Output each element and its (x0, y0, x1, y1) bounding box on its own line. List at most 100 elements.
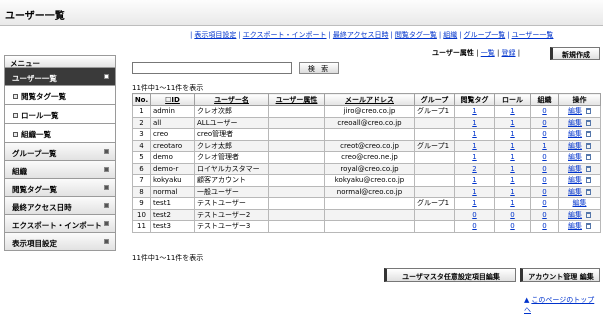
row-view-tag-count-text[interactable]: 1 (472, 176, 476, 184)
cell-row-view-tag-count[interactable]: 0 (454, 220, 495, 233)
trash-icon[interactable] (586, 211, 591, 218)
cell-row-org-count[interactable]: 0 (530, 208, 559, 221)
edit-link[interactable]: 編集 (573, 199, 587, 207)
cell-row-view-tag-count[interactable]: 1 (454, 151, 495, 164)
top-link-0[interactable]: 表示項目設定 (194, 31, 236, 39)
row-view-tag-count-text[interactable]: 1 (472, 142, 476, 150)
cell-row-role-count[interactable]: 0 (494, 220, 531, 233)
row-org-count-text[interactable]: 0 (542, 188, 546, 196)
cell-row-role-count[interactable]: 1 (494, 105, 531, 118)
back-to-top-link[interactable]: ▲ このページのトップへ (524, 295, 600, 315)
search-input[interactable] (132, 62, 292, 74)
trash-icon[interactable] (586, 188, 591, 195)
trash-icon[interactable] (586, 119, 591, 126)
edit-link[interactable]: 編集 (568, 107, 582, 115)
top-link-4[interactable]: 組織 (443, 31, 457, 39)
sidebar-item-0[interactable]: ユーザー一覧 (4, 68, 116, 86)
row-org-count-text[interactable]: 1 (542, 142, 546, 150)
row-org-count-text[interactable]: 0 (542, 119, 546, 127)
row-view-tag-count-text[interactable]: 1 (472, 153, 476, 161)
col-email[interactable]: メールアドレス (324, 93, 415, 106)
sidebar-item-5[interactable]: 組織 (4, 161, 116, 179)
cell-row-role-count[interactable]: 1 (494, 151, 531, 164)
row-role-count-text[interactable]: 1 (510, 188, 514, 196)
cell-row-role-count[interactable]: 1 (494, 162, 531, 175)
row-view-tag-count-text[interactable]: 1 (472, 188, 476, 196)
cell-row-org-count[interactable]: 0 (530, 128, 559, 141)
cell-row-role-count[interactable]: 1 (494, 116, 531, 129)
row-role-count-text[interactable]: 1 (510, 176, 514, 184)
cell-row-org-count[interactable]: 0 (530, 185, 559, 198)
row-view-tag-count-text[interactable]: 1 (472, 199, 476, 207)
row-org-count-text[interactable]: 0 (542, 211, 546, 219)
edit-link[interactable]: 編集 (568, 142, 582, 150)
cell-row-view-tag-count[interactable]: 2 (454, 162, 495, 175)
cell-row-view-tag-count[interactable]: 0 (454, 208, 495, 221)
cell-row-role-count[interactable]: 1 (494, 197, 531, 210)
row-role-count-text[interactable]: 1 (510, 199, 514, 207)
row-view-tag-count-text[interactable]: 0 (472, 222, 476, 230)
cell-row-view-tag-count[interactable]: 1 (454, 197, 495, 210)
top-link-5[interactable]: グループ一覧 (464, 31, 506, 39)
col-user-name[interactable]: ユーザー名 (194, 93, 269, 106)
trash-icon[interactable] (586, 154, 591, 161)
cell-row-view-tag-count[interactable]: 1 (454, 116, 495, 129)
row-view-tag-count-text[interactable]: 1 (472, 107, 476, 115)
edit-link[interactable]: 編集 (568, 188, 582, 196)
cell-row-org-count[interactable]: 0 (530, 162, 559, 175)
cell-row-role-count[interactable]: 1 (494, 185, 531, 198)
trash-icon[interactable] (586, 165, 591, 172)
top-link-6[interactable]: ユーザー一覧 (512, 31, 554, 39)
sidebar-item-8[interactable]: エクスポート・インポート (4, 215, 116, 233)
sidebar-item-1[interactable]: 閲覧タグ一覧 (4, 86, 116, 105)
cell-row-role-count[interactable]: 1 (494, 139, 531, 152)
top-link-1[interactable]: エクスポート・インポート (243, 31, 327, 39)
cell-row-view-tag-count[interactable]: 1 (454, 174, 495, 187)
edit-custom-fields-button[interactable]: ユーザマスタ任意設定項目編集 (384, 268, 516, 282)
row-role-count-text[interactable]: 1 (510, 153, 514, 161)
row-view-tag-count-text[interactable]: 2 (472, 165, 476, 173)
row-org-count-text[interactable]: 0 (542, 107, 546, 115)
cell-row-org-count[interactable]: 0 (530, 197, 559, 210)
sidebar-item-9[interactable]: 表示項目設定 (4, 233, 116, 251)
row-org-count-text[interactable]: 0 (542, 199, 546, 207)
cell-row-org-count[interactable]: 0 (530, 151, 559, 164)
trash-icon[interactable] (586, 223, 591, 230)
cell-row-org-count[interactable]: 0 (530, 116, 559, 129)
row-view-tag-count-text[interactable]: 1 (472, 119, 476, 127)
row-role-count-text[interactable]: 0 (510, 211, 514, 219)
col-user-attribute[interactable]: ユーザー属性 (268, 93, 325, 106)
row-org-count-text[interactable]: 0 (542, 176, 546, 184)
cell-row-role-count[interactable]: 1 (494, 128, 531, 141)
edit-link[interactable]: 編集 (568, 119, 582, 127)
col-id[interactable]: ☐ID (150, 93, 195, 106)
cell-row-org-count[interactable]: 1 (530, 139, 559, 152)
row-view-tag-count-text[interactable]: 0 (472, 211, 476, 219)
cell-row-role-count[interactable]: 0 (494, 208, 531, 221)
account-management-edit-button[interactable]: アカウント管理 編集 (520, 268, 600, 282)
row-org-count-text[interactable]: 0 (542, 165, 546, 173)
trash-icon[interactable] (586, 177, 591, 184)
cell-row-org-count[interactable]: 0 (530, 220, 559, 233)
edit-link[interactable]: 編集 (568, 211, 582, 219)
edit-link[interactable]: 編集 (568, 176, 582, 184)
search-button[interactable]: 検 索 (299, 62, 339, 74)
row-org-count-text[interactable]: 0 (542, 130, 546, 138)
sidebar-item-3[interactable]: 組織一覧 (4, 124, 116, 143)
trash-icon[interactable] (586, 108, 591, 115)
cell-row-org-count[interactable]: 0 (530, 105, 559, 118)
top-link-2[interactable]: 最終アクセス日時 (333, 31, 389, 39)
sidebar-item-7[interactable]: 最終アクセス日時 (4, 197, 116, 215)
edit-link[interactable]: 編集 (568, 165, 582, 173)
sidebar-item-2[interactable]: ロール一覧 (4, 105, 116, 124)
tab-register[interactable]: 登録 (502, 49, 516, 57)
row-role-count-text[interactable]: 1 (510, 130, 514, 138)
row-role-count-text[interactable]: 1 (510, 142, 514, 150)
top-link-3[interactable]: 閲覧タグ一覧 (395, 31, 437, 39)
row-org-count-text[interactable]: 0 (542, 222, 546, 230)
row-role-count-text[interactable]: 1 (510, 165, 514, 173)
new-create-button[interactable]: 新規作成 (550, 47, 600, 60)
row-org-count-text[interactable]: 0 (542, 153, 546, 161)
cell-row-org-count[interactable]: 0 (530, 174, 559, 187)
sidebar-item-4[interactable]: グループ一覧 (4, 143, 116, 161)
